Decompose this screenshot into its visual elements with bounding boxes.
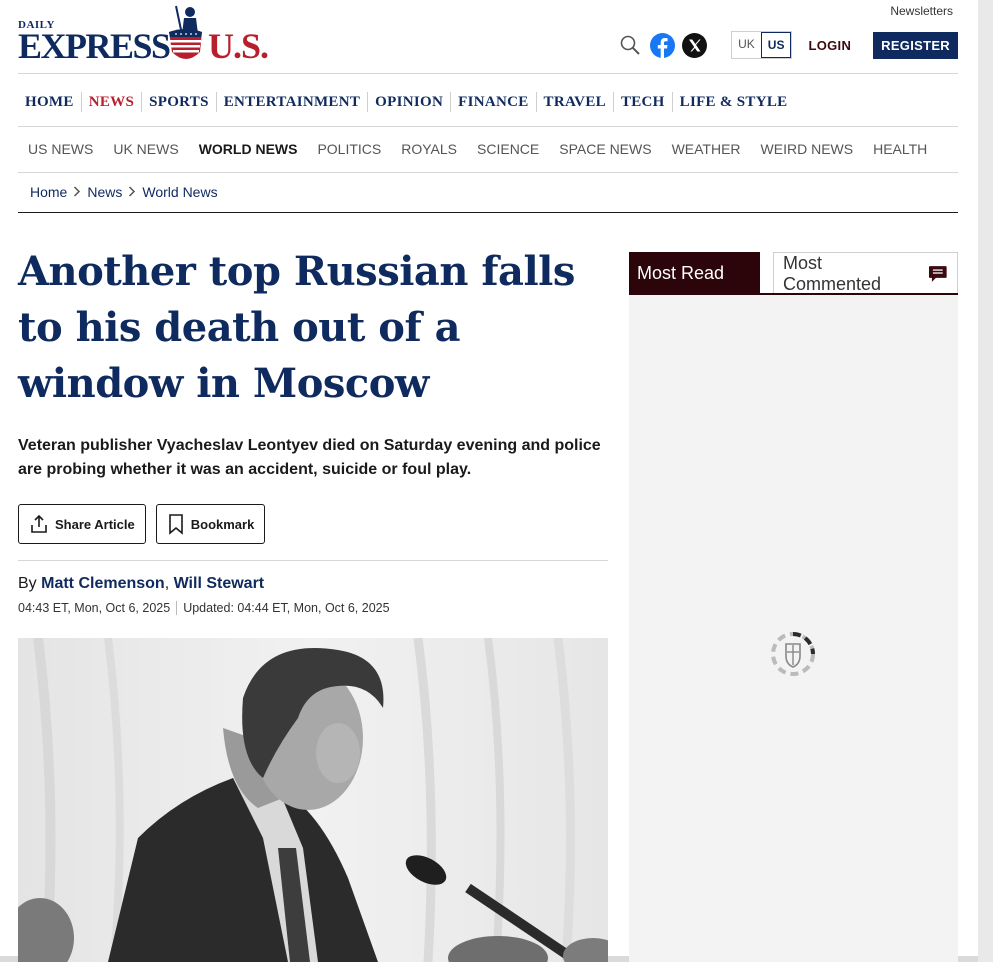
nav-finance[interactable]: FINANCE xyxy=(450,92,535,112)
published-date: 04:43 ET, Mon, Oct 6, 2025 xyxy=(18,601,171,615)
subnav-uk-news[interactable]: UK NEWS xyxy=(103,140,188,158)
share-article-label: Share Article xyxy=(55,516,135,532)
nav-entertainment[interactable]: ENTERTAINMENT xyxy=(215,92,367,112)
nav-travel[interactable]: TRAVEL xyxy=(535,92,613,112)
crusader-flag-crest-icon xyxy=(169,5,202,59)
tab-most-read[interactable]: Most Read xyxy=(629,252,760,295)
bookmark-label: Bookmark xyxy=(190,516,255,532)
sub-nav: US NEWS UK NEWS WORLD NEWS POLITICS ROYA… xyxy=(18,140,937,158)
breadcrumb-world-news[interactable]: World News xyxy=(142,184,217,200)
article-actions: Share Article Bookmark xyxy=(18,504,275,544)
article-dates: 04:43 ET, Mon, Oct 6, 2025 Updated: 04:4… xyxy=(18,601,390,615)
logo-express: EXPRESS xyxy=(18,26,171,66)
login-link[interactable]: LOGIN xyxy=(808,38,851,53)
nav-home[interactable]: HOME xyxy=(18,92,81,112)
article-standfirst: Veteran publisher Vyacheslav Leontyev di… xyxy=(18,437,601,478)
register-button[interactable]: REGISTER xyxy=(873,31,958,59)
divider xyxy=(18,560,608,561)
breadcrumb-news[interactable]: News xyxy=(87,184,122,200)
edition-switcher: UK US xyxy=(731,31,793,59)
facebook-icon[interactable] xyxy=(649,32,675,58)
divider xyxy=(18,172,958,173)
subnav-weather[interactable]: WEATHER xyxy=(662,140,751,158)
newsletters-link[interactable]: Newsletters xyxy=(890,4,953,18)
nav-tech[interactable]: TECH xyxy=(612,92,672,112)
site-logo[interactable]: DAILY EXPRESS U.S. xyxy=(18,4,278,68)
bookmark-icon xyxy=(168,514,183,535)
tab-most-commented-label: Most Commented xyxy=(783,253,882,294)
sidebar-tabs: Most Read Most Commented xyxy=(629,252,958,295)
subnav-weird-news[interactable]: WEIRD NEWS xyxy=(751,140,864,158)
tab-most-commented[interactable]: Most Commented xyxy=(773,252,958,295)
nav-sports[interactable]: SPORTS xyxy=(141,92,216,112)
bookmark-button[interactable]: Bookmark xyxy=(155,504,266,544)
vertical-scrollbar[interactable] xyxy=(978,0,993,962)
hero-photo xyxy=(18,638,608,962)
subnav-royals[interactable]: ROYALS xyxy=(391,140,467,158)
search-icon[interactable] xyxy=(617,32,643,58)
divider xyxy=(18,73,958,74)
subnav-health[interactable]: HEALTH xyxy=(863,140,937,158)
breadcrumb-home[interactable]: Home xyxy=(30,184,67,200)
most-read-panel xyxy=(629,295,958,962)
byline: By Matt Clemenson, Will Stewart xyxy=(18,575,265,592)
breadcrumb: Home News World News xyxy=(30,184,218,200)
updated-date: Updated: 04:44 ET, Mon, Oct 6, 2025 xyxy=(176,601,390,615)
edition-us[interactable]: US xyxy=(760,32,792,58)
subnav-politics[interactable]: POLITICS xyxy=(307,140,391,158)
share-icon xyxy=(31,514,47,533)
comment-icon xyxy=(929,266,948,282)
chevron-right-icon xyxy=(73,185,81,200)
nav-news[interactable]: NEWS xyxy=(80,92,141,112)
article-headline: Another top Russian falls to his death o… xyxy=(18,248,575,407)
subnav-science[interactable]: SCIENCE xyxy=(467,140,549,158)
author-link[interactable]: Matt Clemenson xyxy=(41,575,165,592)
subnav-us-news[interactable]: US NEWS xyxy=(18,140,103,158)
divider xyxy=(18,126,958,127)
edition-uk[interactable]: UK xyxy=(732,32,761,58)
x-icon[interactable] xyxy=(681,32,707,58)
subnav-world-news[interactable]: WORLD NEWS xyxy=(189,140,308,158)
subnav-space-news[interactable]: SPACE NEWS xyxy=(549,140,661,158)
logo-us: U.S. xyxy=(208,26,269,66)
share-article-button[interactable]: Share Article xyxy=(18,504,146,544)
byline-prefix: By xyxy=(18,575,37,592)
chevron-right-icon xyxy=(128,185,136,200)
main-nav: HOME NEWS SPORTS ENTERTAINMENT OPINION F… xyxy=(18,92,794,112)
article-hero-image[interactable] xyxy=(18,638,608,962)
nav-life-style[interactable]: LIFE & STYLE xyxy=(671,92,795,112)
divider xyxy=(18,212,958,213)
author-link[interactable]: Will Stewart xyxy=(174,575,265,592)
loading-spinner-icon xyxy=(771,632,815,676)
sidebar: Most Read Most Commented xyxy=(629,252,958,962)
nav-opinion[interactable]: OPINION xyxy=(367,92,450,112)
header-actions: UK US LOGIN REGISTER xyxy=(617,30,958,60)
